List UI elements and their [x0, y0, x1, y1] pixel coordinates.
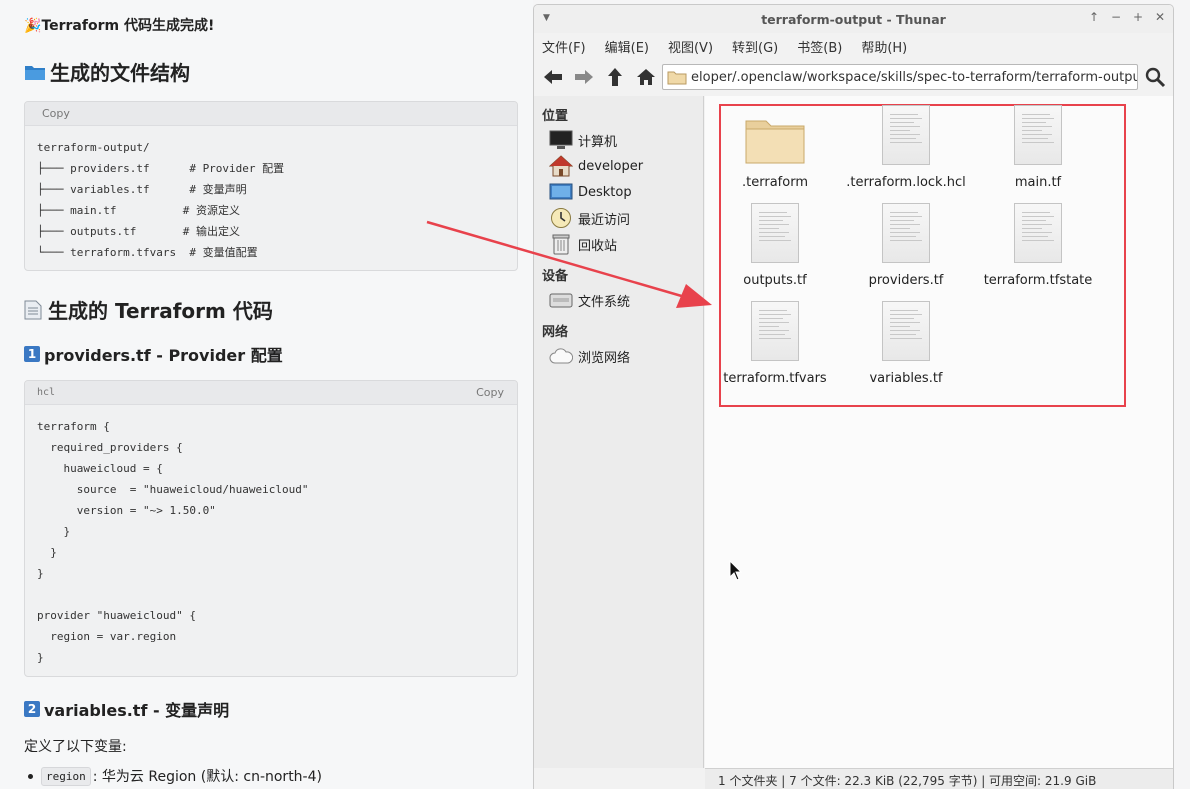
minimize-icon[interactable]: −	[1109, 10, 1123, 24]
home-folder-icon	[549, 155, 573, 177]
structure-code-block: Copy terraform-output/ ├─── providers.tf…	[24, 101, 518, 271]
sidebar-item-recent[interactable]: 最近访问	[549, 207, 630, 229]
document-icon	[24, 300, 42, 319]
forward-button[interactable]	[573, 66, 595, 88]
list-item: region : 华为云 Region (默认: cn-north-4)	[28, 766, 322, 786]
cloud-icon	[549, 348, 573, 364]
file-item-outputs-tf[interactable]: outputs.tf	[710, 199, 840, 288]
copy-button[interactable]: Copy	[42, 107, 70, 120]
side-pane: 位置 计算机 developer Desktop 最近访问 回收站 设备 文件系…	[534, 96, 704, 768]
folder-icon	[667, 71, 687, 85]
text-file-icon	[882, 105, 930, 165]
structure-heading: 生成的文件结构	[24, 57, 190, 86]
file-item-main-tf[interactable]: main.tf	[973, 101, 1103, 190]
folder-icon	[25, 65, 45, 80]
menu-view[interactable]: 视图(V)	[668, 37, 713, 56]
text-file-icon	[1014, 203, 1062, 263]
close-icon[interactable]: ✕	[1153, 10, 1167, 24]
back-button[interactable]	[542, 66, 564, 88]
number-badge: 1	[24, 346, 40, 362]
file-item-terraform-dir[interactable]: .terraform	[710, 101, 840, 190]
sidebar-item-browse-network[interactable]: 浏览网络	[549, 345, 630, 367]
menu-help[interactable]: 帮助(H)	[861, 37, 907, 56]
arrow-up-icon	[608, 68, 622, 86]
sidebar-item-filesystem[interactable]: 文件系统	[549, 289, 630, 311]
copy-button[interactable]: Copy	[476, 386, 504, 399]
file-item-providers-tf[interactable]: providers.tf	[841, 199, 971, 288]
text-file-icon	[751, 203, 799, 263]
chat-panel: 🎉Terraform 代码生成完成! 生成的文件结构 Copy terrafor…	[0, 0, 533, 789]
bullet-dot	[28, 773, 33, 779]
text-file-icon	[882, 301, 930, 361]
code-toolbar: hcl Copy	[25, 381, 517, 405]
structure-code: terraform-output/ ├─── providers.tf # Pr…	[37, 141, 285, 259]
section-providers-heading: 1 providers.tf - Provider 配置	[24, 342, 283, 366]
file-view[interactable]: .terraform .terraform.lock.hcl main.tf o…	[705, 96, 1173, 768]
text-file-icon	[1014, 105, 1062, 165]
status-bar: 1 个文件夹 | 7 个文件: 22.3 KiB (22,795 字节) | 可…	[705, 768, 1173, 789]
search-icon	[1145, 67, 1166, 88]
toolbar: eloper/.openclaw/workspace/skills/spec-t…	[534, 59, 1173, 95]
done-title: 🎉Terraform 代码生成完成!	[24, 18, 215, 34]
menu-go[interactable]: 转到(G)	[732, 37, 778, 56]
sidebar-item-developer[interactable]: developer	[549, 155, 643, 177]
file-item-lock-hcl[interactable]: .terraform.lock.hcl	[841, 101, 971, 190]
code-language: hcl	[37, 387, 56, 398]
home-button[interactable]	[635, 66, 657, 88]
folder-icon	[745, 120, 805, 164]
menu-bookmarks[interactable]: 书签(B)	[797, 37, 842, 56]
menu-bar: 文件(F) 编辑(E) 视图(V) 转到(G) 书签(B) 帮助(H)	[534, 33, 1173, 59]
computer-icon	[549, 130, 573, 149]
mouse-cursor-icon	[729, 560, 743, 581]
section-variables-heading: 2 variables.tf - 变量声明	[24, 697, 229, 721]
devices-label: 设备	[542, 269, 569, 284]
keep-above-icon[interactable]: ↑	[1087, 10, 1101, 24]
thunar-window: ▼ terraform-output - Thunar ↑ − + ✕ 文件(F…	[533, 4, 1174, 789]
trash-icon	[552, 234, 570, 255]
location-path[interactable]: eloper/.openclaw/workspace/skills/spec-t…	[691, 70, 1137, 85]
providers-code-block: hcl Copy terraform { required_providers …	[24, 380, 518, 677]
sidebar-item-trash[interactable]: 回收站	[549, 233, 617, 255]
window-title: terraform-output - Thunar	[761, 11, 946, 27]
file-item-tfvars[interactable]: terraform.tfvars	[710, 297, 840, 386]
number-badge: 2	[24, 701, 40, 717]
location-bar[interactable]: eloper/.openclaw/workspace/skills/spec-t…	[662, 64, 1138, 90]
arrow-right-icon	[575, 70, 593, 84]
recent-clock-icon	[551, 208, 571, 228]
search-button[interactable]	[1144, 66, 1166, 88]
party-icon: 🎉	[24, 18, 42, 34]
file-item-tfstate[interactable]: terraform.tfstate	[973, 199, 1103, 288]
maximize-icon[interactable]: +	[1131, 10, 1145, 24]
up-button[interactable]	[604, 66, 626, 88]
code-heading: 生成的 Terraform 代码	[24, 295, 273, 324]
inline-code: region	[41, 766, 91, 786]
list-item-text: : 华为云 Region (默认: cn-north-4)	[92, 769, 322, 785]
menu-edit[interactable]: 编辑(E)	[605, 37, 649, 56]
text-file-icon	[882, 203, 930, 263]
menu-file[interactable]: 文件(F)	[542, 37, 586, 56]
title-bar[interactable]: ▼ terraform-output - Thunar ↑ − + ✕	[534, 5, 1173, 33]
drive-icon	[549, 293, 573, 308]
network-label: 网络	[542, 325, 569, 340]
variables-intro: 定义了以下变量:	[24, 739, 127, 755]
places-label: 位置	[542, 109, 569, 124]
desktop-icon	[549, 183, 573, 200]
window-menu-icon[interactable]: ▼	[543, 13, 550, 23]
sidebar-item-desktop[interactable]: Desktop	[549, 181, 632, 203]
home-icon	[637, 69, 655, 85]
sidebar-item-computer[interactable]: 计算机	[549, 129, 617, 151]
file-item-variables-tf[interactable]: variables.tf	[841, 297, 971, 386]
code-toolbar: Copy	[25, 102, 517, 126]
arrow-left-icon	[544, 70, 562, 84]
text-file-icon	[751, 301, 799, 361]
providers-code: terraform { required_providers { huaweic…	[37, 420, 309, 664]
